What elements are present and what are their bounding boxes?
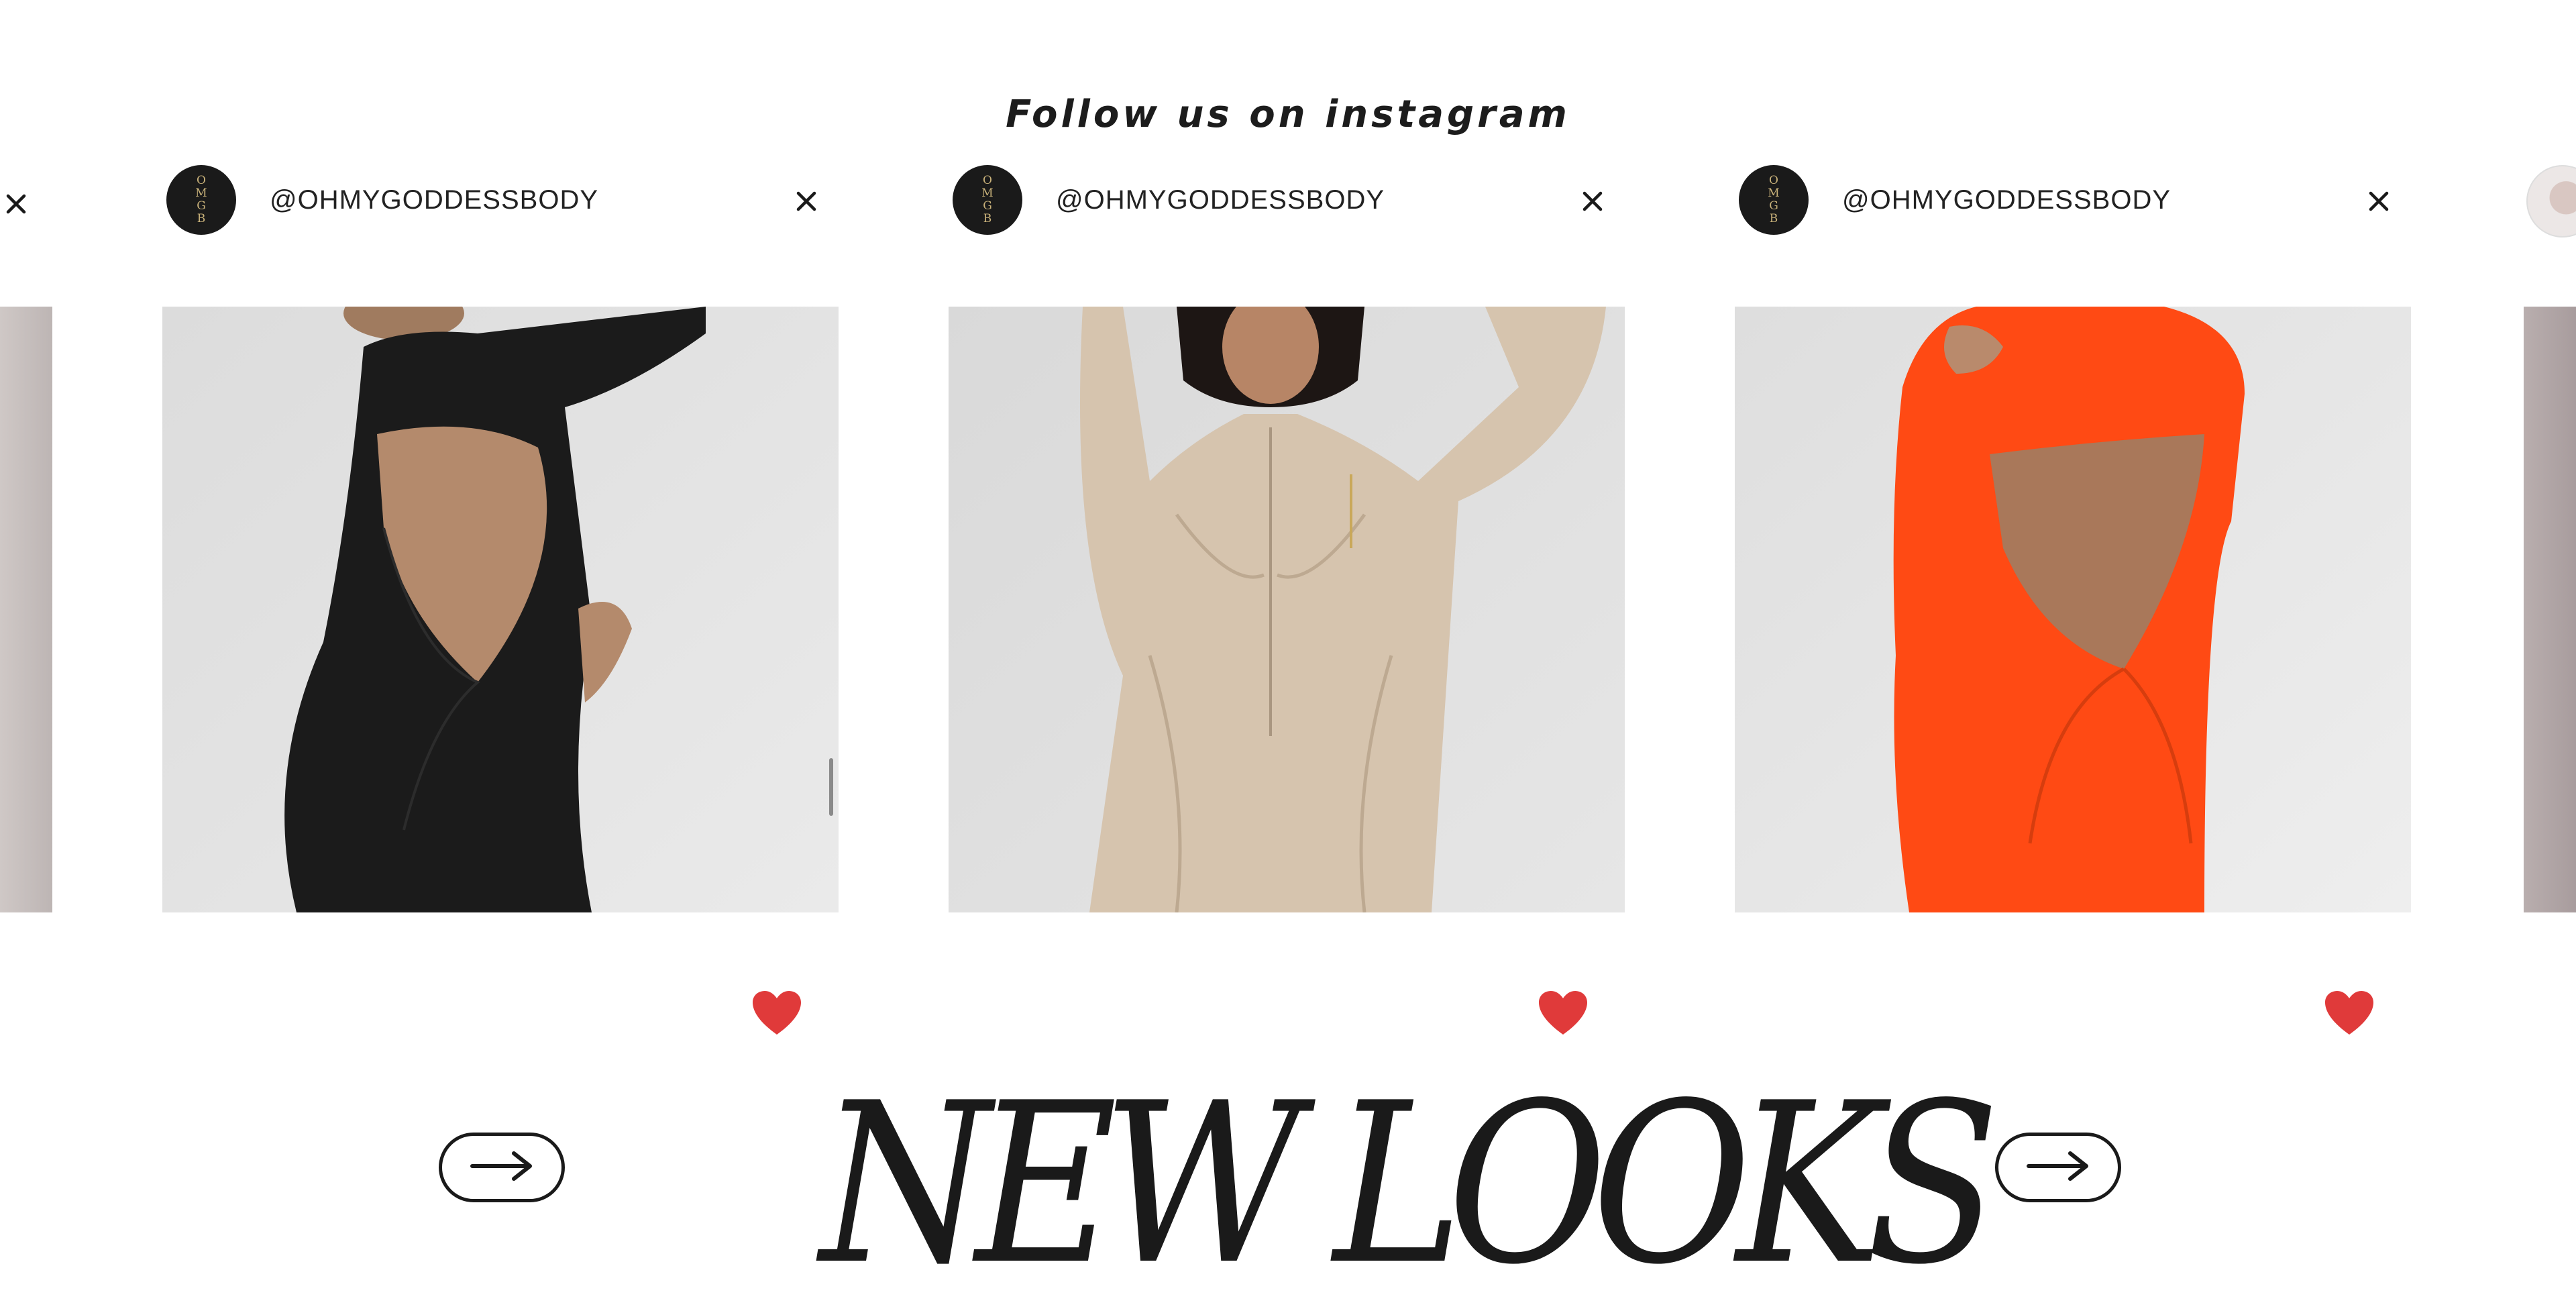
arrow-right-icon <box>2025 1149 2092 1186</box>
post-image[interactable] <box>0 307 52 912</box>
instagram-post-card[interactable]: O M G B @OHMYGODDESSBODY <box>162 161 839 1047</box>
close-icon[interactable] <box>793 188 820 215</box>
post-header: O M G B @OHMYGODDESSBODY <box>162 165 839 239</box>
post-image[interactable] <box>2524 307 2576 912</box>
close-icon[interactable] <box>2365 188 2392 215</box>
close-icon[interactable] <box>4 192 28 216</box>
brand-avatar[interactable]: O M G B <box>953 165 1022 235</box>
post-image[interactable] <box>162 307 839 912</box>
account-handle[interactable]: @OHMYGODDESSBODY <box>270 165 598 235</box>
section-title: NEW LOOKS <box>820 1055 2000 1313</box>
brand-avatar[interactable]: O M G B <box>166 165 236 235</box>
section-heading: Follow us on instagram <box>1006 93 1570 136</box>
account-handle[interactable]: @OHMYGODDESSBODY <box>1056 165 1385 235</box>
heart-icon[interactable] <box>1538 990 1589 1037</box>
instagram-post-card[interactable]: O M G B @OHMYGODDESSBODY <box>949 161 1625 1047</box>
brand-avatar[interactable]: O M G B <box>1739 165 1809 235</box>
heart-icon[interactable] <box>0 990 15 1035</box>
account-handle[interactable]: @OHMYGODDESSBODY <box>1842 165 2171 235</box>
post-image[interactable] <box>1735 307 2411 912</box>
arrow-right-icon <box>468 1149 535 1186</box>
post-header: O M G B @OHMYGODDESSBODY <box>949 165 1625 239</box>
carousel-arrow-button[interactable] <box>439 1133 565 1202</box>
post-image[interactable] <box>949 307 1625 912</box>
carousel-next-button[interactable] <box>1995 1133 2121 1202</box>
instagram-post-card[interactable]: O M G B @OHMYGODDESSBODY <box>1735 161 2411 1047</box>
account-avatar[interactable] <box>2526 165 2576 238</box>
close-icon[interactable] <box>1579 188 1606 215</box>
heart-icon[interactable] <box>751 990 802 1037</box>
post-header: O M G B @OHMYGODDESSBODY <box>1735 165 2411 239</box>
scrollbar-thumb[interactable] <box>829 758 833 816</box>
heart-icon[interactable] <box>2324 990 2375 1037</box>
